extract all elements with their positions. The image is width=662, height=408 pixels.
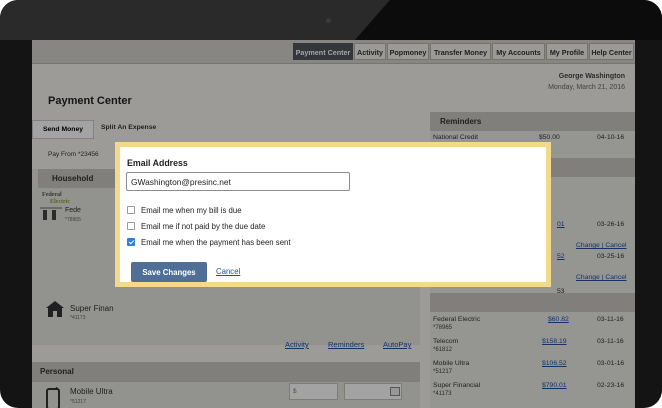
- email-address-label: Email Address: [127, 158, 188, 168]
- payment-sent-checkbox[interactable]: [127, 238, 135, 246]
- save-changes-button[interactable]: Save Changes: [131, 262, 207, 282]
- option-payment-sent[interactable]: Email me when the payment has been sent: [127, 236, 291, 248]
- bill-due-label: Email me when my bill is due: [141, 205, 242, 215]
- option-not-paid[interactable]: Email me if not paid by the due date: [127, 220, 265, 232]
- bill-due-checkbox[interactable]: [127, 206, 135, 214]
- option-bill-due[interactable]: Email me when my bill is due: [127, 204, 242, 216]
- not-paid-checkbox[interactable]: [127, 222, 135, 230]
- email-field[interactable]: [126, 172, 350, 191]
- device-frame: Payment Center Activity Popmoney Transfe…: [0, 0, 662, 408]
- not-paid-label: Email me if not paid by the due date: [141, 221, 266, 231]
- email-settings-dialog: Email Address Email me when my bill is d…: [115, 142, 551, 287]
- payment-sent-label: Email me when the payment has been sent: [141, 237, 291, 247]
- cancel-link[interactable]: Cancel: [216, 267, 240, 276]
- app-screen: Payment Center Activity Popmoney Transfe…: [32, 40, 635, 408]
- camera-dot: [326, 18, 331, 23]
